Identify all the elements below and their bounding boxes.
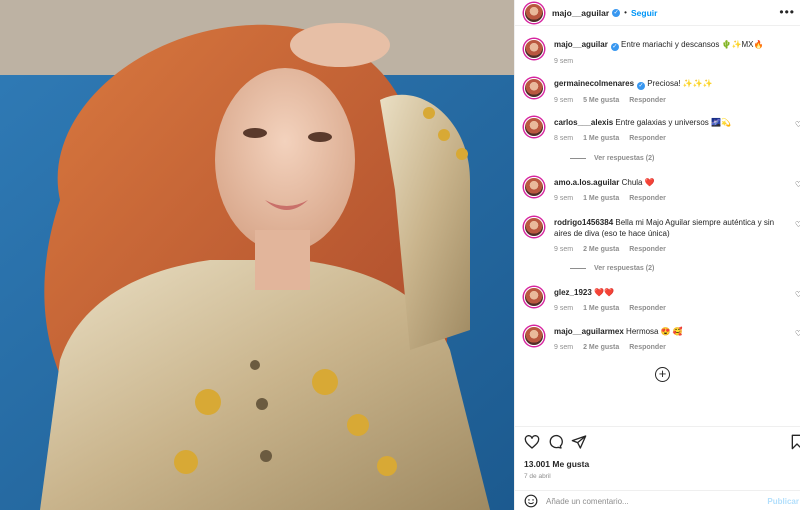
publish-button[interactable]: Publicar (767, 497, 799, 506)
comment-username[interactable]: glez_1923 (554, 288, 592, 297)
comment-icon[interactable] (547, 434, 563, 450)
post-header: majo__aguilar ✓ • Seguir ••• (515, 0, 800, 26)
comment-username[interactable]: carlos___alexis (554, 118, 613, 127)
heart-icon[interactable]: ♡ (795, 329, 800, 338)
verified-icon: ✓ (610, 43, 619, 51)
separator-dot: • (624, 8, 627, 17)
comment-item: majo__aguilarmex Hermosa 😍 🥰 9 sem 2 Me … (524, 326, 800, 353)
comment-likes[interactable]: 1 Me gusta (583, 303, 619, 314)
comment-time[interactable]: 9 sem (554, 342, 573, 353)
more-icon[interactable]: ••• (779, 6, 795, 18)
reply-button[interactable]: Responder (629, 342, 666, 353)
caption-username[interactable]: majo__aguilar (554, 40, 608, 49)
reply-button[interactable]: Responder (629, 193, 666, 204)
heart-icon[interactable]: ♡ (795, 220, 800, 229)
heart-icon[interactable] (524, 434, 540, 450)
comment-text: Chula ❤️ (621, 178, 655, 187)
share-icon[interactable] (571, 434, 587, 450)
comment-text: Hermosa 😍 🥰 (626, 327, 683, 336)
reply-button[interactable]: Responder (629, 95, 666, 106)
post-actions: 13.001 Me gusta 7 de abril Publicar (515, 426, 800, 510)
side-panel: majo__aguilar ✓ • Seguir ••• majo__aguil… (514, 0, 800, 510)
emoji-icon[interactable] (524, 494, 538, 508)
portrait-illustration (0, 0, 514, 510)
reply-button[interactable]: Responder (629, 303, 666, 314)
author-avatar[interactable] (524, 2, 544, 23)
instagram-post: majo__aguilar ✓ • Seguir ••• majo__aguil… (0, 0, 800, 510)
avatar[interactable] (524, 217, 544, 237)
reply-button[interactable]: Responder (629, 244, 666, 255)
avatar[interactable] (524, 326, 544, 346)
comment-likes[interactable]: 5 Me gusta (583, 95, 619, 106)
view-replies-button[interactable]: Ver respuestas (2) (570, 265, 654, 272)
author-username[interactable]: majo__aguilar (552, 8, 609, 18)
comment-username[interactable]: germainecolmenares (554, 79, 634, 88)
comment-username[interactable]: majo__aguilarmex (554, 327, 624, 336)
avatar[interactable] (524, 78, 544, 98)
avatar[interactable] (524, 177, 544, 197)
comment-time[interactable]: 9 sem (554, 95, 573, 106)
comment-time[interactable]: 9 sem (554, 244, 573, 255)
comment-likes[interactable]: 2 Me gusta (583, 342, 619, 353)
comment-item: glez_1923 ❤️❤️ 9 sem 1 Me gusta Responde… (524, 287, 800, 314)
avatar[interactable] (524, 287, 544, 307)
avatar[interactable] (524, 39, 544, 59)
comment-item: germainecolmenares ✓ Preciosa! ✨✨✨ 9 sem … (524, 78, 794, 106)
comment-input[interactable] (546, 496, 746, 506)
view-replies-button[interactable]: Ver respuestas (2) (570, 155, 654, 162)
comment-likes[interactable]: 1 Me gusta (583, 133, 619, 144)
view-replies-label: Ver respuestas (2) (594, 155, 655, 162)
caption-text: Entre mariachi y descansos 🌵✨MX🔥 (621, 40, 764, 49)
verified-icon: ✓ (612, 8, 621, 17)
comment-time[interactable]: 9 sem (554, 193, 573, 204)
heart-icon[interactable]: ♡ (795, 120, 800, 129)
comment-username[interactable]: rodrigo1456384 (554, 218, 613, 227)
post-photo[interactable] (0, 0, 514, 510)
add-circle-icon[interactable]: + (655, 367, 670, 382)
comments-list[interactable]: majo__aguilar ✓ Entre mariachi y descanso… (515, 27, 800, 425)
comment-username[interactable]: amo.a.los.aguilar (554, 178, 619, 187)
post-date[interactable]: 7 de abril (524, 473, 551, 480)
comment-item: rodrigo1456384 Bella mi Majo Aguilar sie… (524, 217, 800, 255)
comment-item: amo.a.los.aguilar Chula ❤️ 9 sem 1 Me gu… (524, 177, 800, 204)
comment-item: carlos___alexis Entre galaxias y univers… (524, 117, 800, 144)
comment-likes[interactable]: 2 Me gusta (583, 244, 619, 255)
likes-count[interactable]: 13.001 Me gusta (524, 459, 589, 469)
avatar[interactable] (524, 117, 544, 137)
comment-box: Publicar (515, 490, 800, 510)
follow-button[interactable]: Seguir (631, 8, 657, 18)
comment-text: Preciosa! ✨✨✨ (647, 79, 713, 88)
view-replies-label: Ver respuestas (2) (594, 265, 655, 272)
bookmark-icon[interactable] (789, 434, 800, 450)
caption-row: majo__aguilar ✓ Entre mariachi y descanso… (524, 39, 794, 67)
comment-likes[interactable]: 1 Me gusta (583, 193, 619, 204)
caption-time[interactable]: 9 sem (554, 56, 573, 67)
verified-icon: ✓ (637, 82, 646, 90)
heart-icon[interactable]: ♡ (795, 290, 800, 299)
comment-text: Entre galaxias y universos 🌌💫 (615, 118, 731, 127)
comment-time[interactable]: 9 sem (554, 303, 573, 314)
comment-time[interactable]: 8 sem (554, 133, 573, 144)
reply-button[interactable]: Responder (629, 133, 666, 144)
comment-text: ❤️❤️ (594, 288, 614, 297)
heart-icon[interactable]: ♡ (795, 180, 800, 189)
